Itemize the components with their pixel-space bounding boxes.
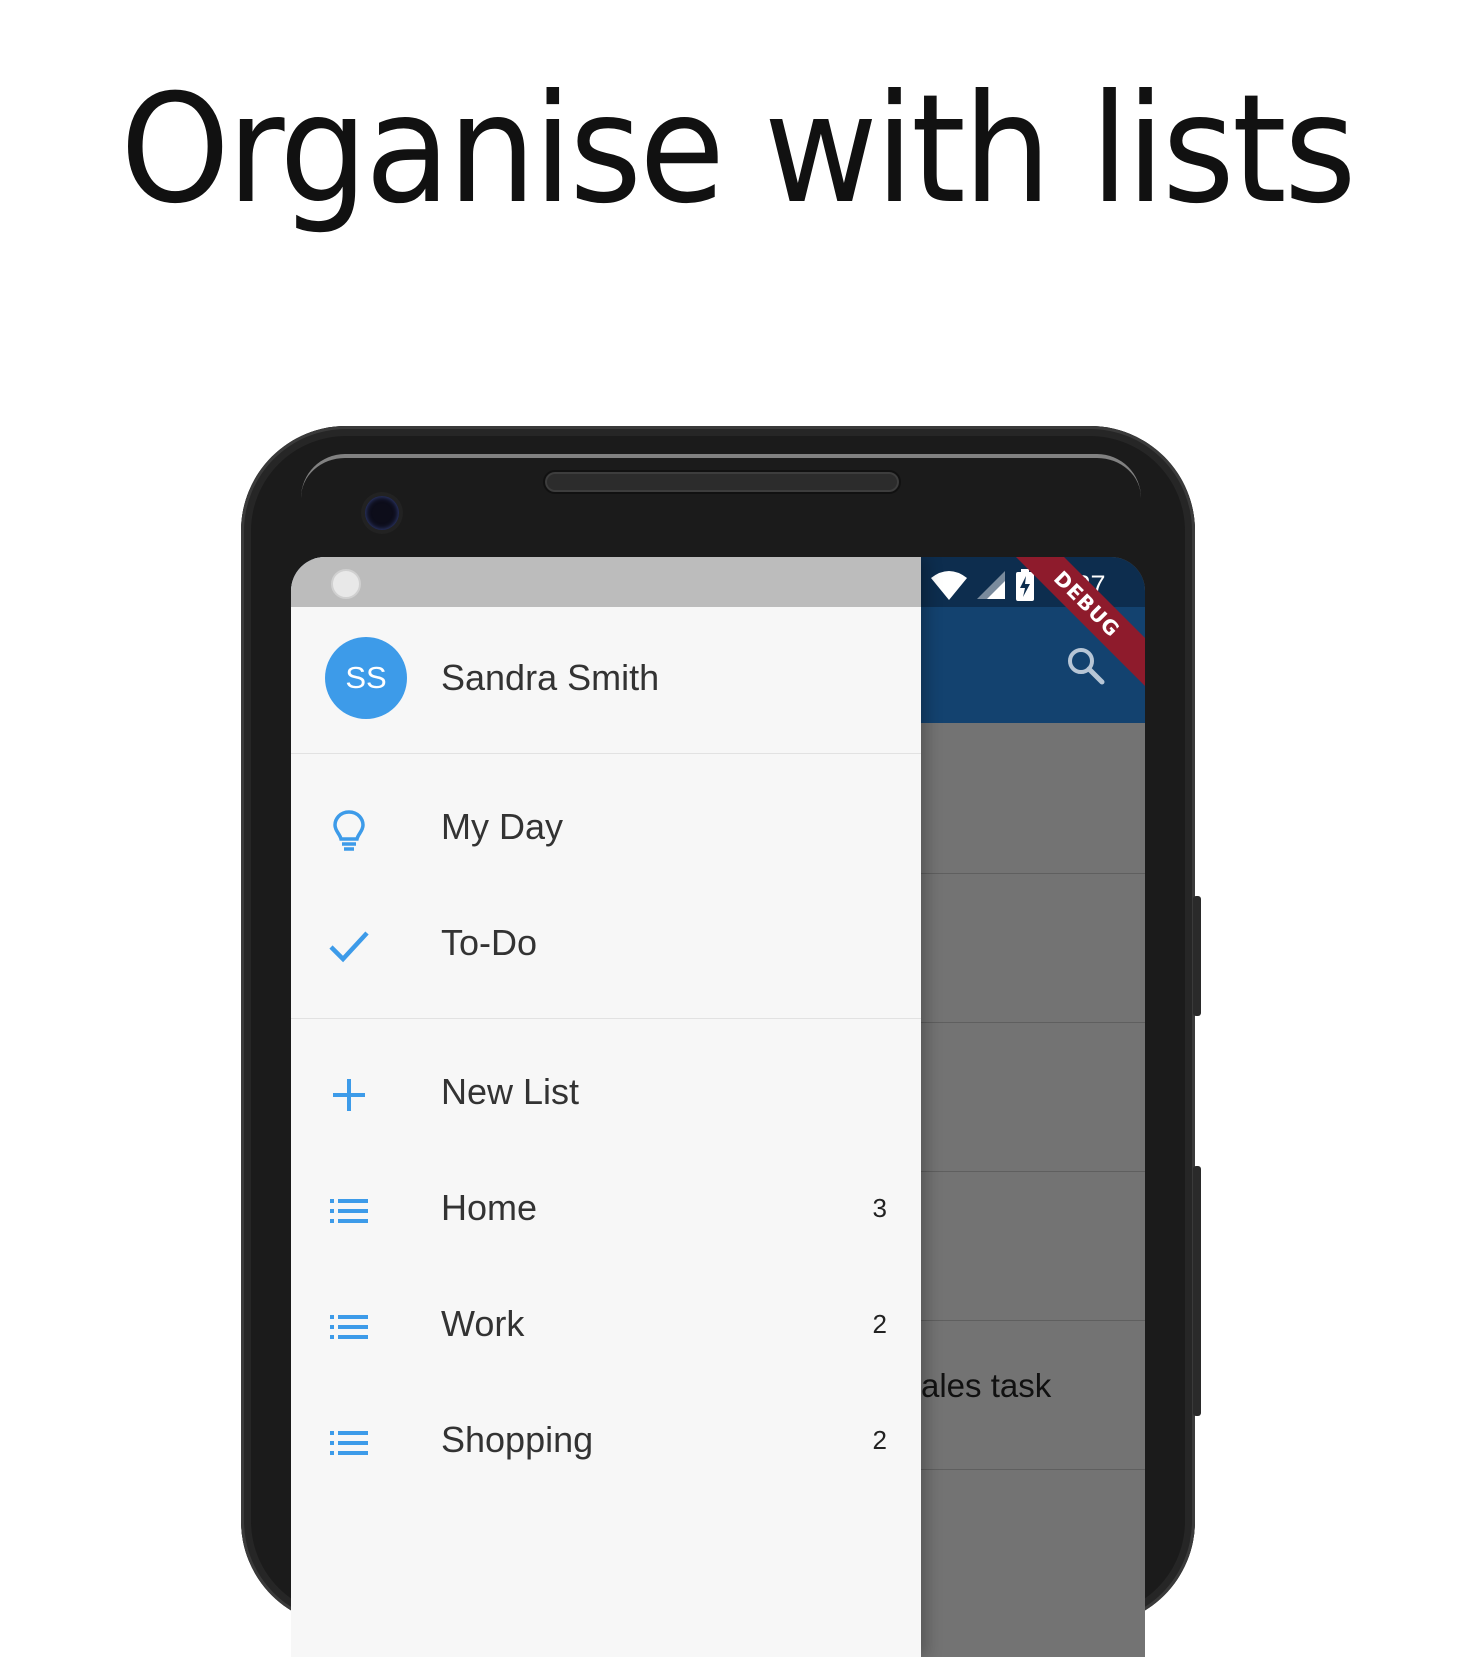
drawer-item-label: Work — [441, 1303, 525, 1344]
list-count: 2 — [872, 1425, 887, 1455]
search-icon[interactable] — [1065, 645, 1105, 685]
list-count: 2 — [872, 1309, 887, 1339]
lightbulb-icon — [333, 810, 365, 851]
front-camera — [365, 496, 399, 530]
plus-icon — [333, 1079, 365, 1111]
drawer-item-shopping[interactable]: Shopping 2 — [291, 1383, 921, 1499]
drawer-item-new-list[interactable]: New List — [291, 1035, 921, 1151]
list-icon — [330, 1431, 368, 1455]
task-divider — [921, 1320, 1145, 1321]
drawer-item-label: Home — [441, 1187, 538, 1228]
notification-icon — [331, 569, 361, 599]
task-divider — [921, 1022, 1145, 1023]
drawer-item-label: My Day — [441, 806, 564, 847]
check-icon — [329, 931, 369, 963]
signal-icon — [977, 571, 1005, 599]
section-divider — [291, 1018, 921, 1019]
screen: 4:27 DEBUG ales task SS Sandra Smith — [291, 557, 1145, 1657]
avatar[interactable]: SS — [325, 637, 407, 719]
drawer-item-home[interactable]: Home 3 — [291, 1151, 921, 1267]
volume-button — [1193, 896, 1201, 1016]
earpiece-speaker — [543, 470, 901, 494]
task-divider — [921, 873, 1145, 874]
headline: Organise with lists — [120, 63, 1356, 237]
task-divider — [921, 1171, 1145, 1172]
drawer-item-label: Shopping — [441, 1419, 594, 1460]
task-divider — [921, 1469, 1145, 1470]
phone-frame: 4:27 DEBUG ales task SS Sandra Smith — [241, 426, 1201, 1657]
drawer-item-to-do[interactable]: To-Do — [291, 886, 921, 1002]
list-count: 3 — [872, 1193, 887, 1223]
drawer-item-work[interactable]: Work 2 — [291, 1267, 921, 1383]
task-title: ales task — [921, 1367, 1052, 1404]
drawer-item-label: New List — [441, 1071, 580, 1112]
list-icon — [330, 1315, 368, 1339]
profile-name: Sandra Smith — [441, 657, 660, 698]
wifi-icon — [931, 571, 967, 600]
drawer-item-label: To-Do — [441, 922, 538, 963]
navigation-drawer: SS Sandra Smith My Day To-Do New List Ho… — [291, 557, 921, 1657]
power-button — [1193, 1166, 1201, 1416]
drawer-item-my-day[interactable]: My Day — [291, 770, 921, 886]
list-icon — [330, 1199, 368, 1223]
profile-header[interactable]: SS Sandra Smith — [291, 607, 921, 754]
drawer-status-bar — [291, 557, 921, 607]
